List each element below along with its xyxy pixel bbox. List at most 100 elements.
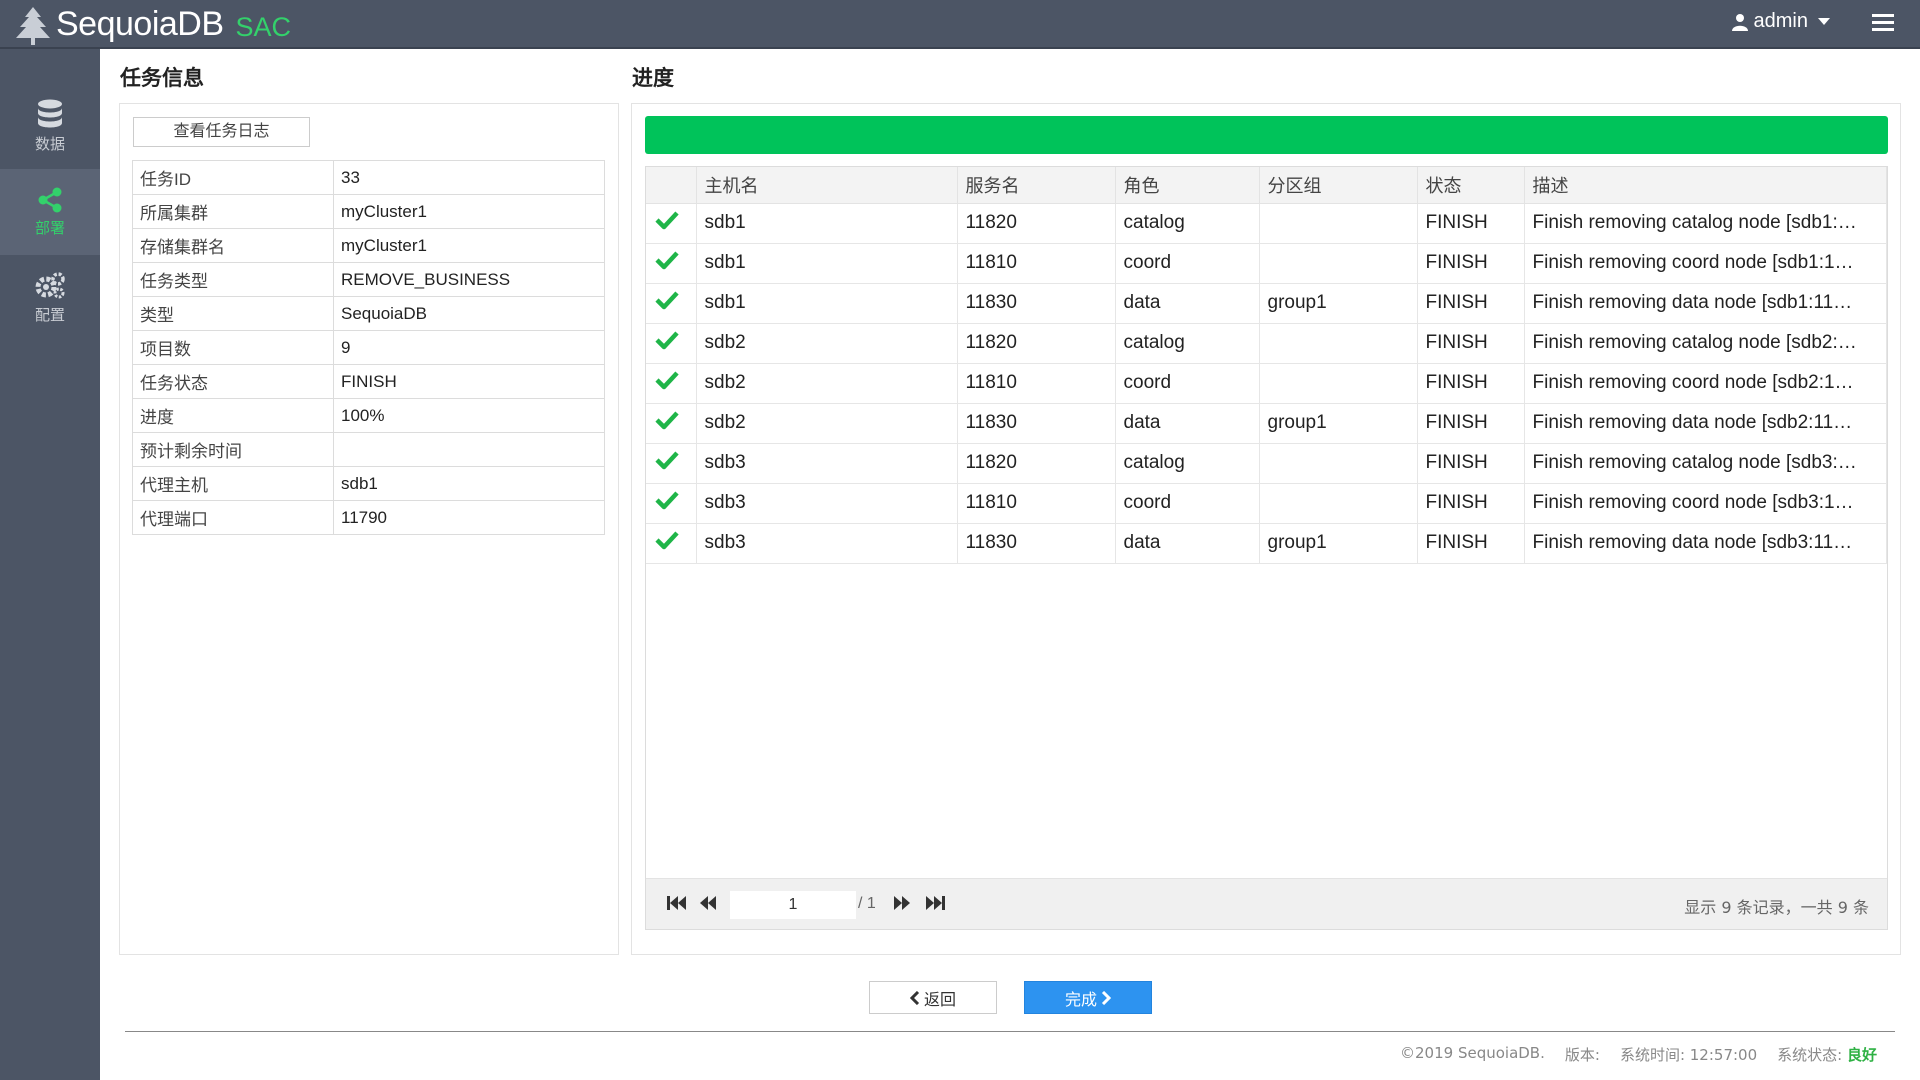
info-row: 预计剩余时间 xyxy=(132,432,605,467)
info-key: 类型 xyxy=(132,296,334,331)
info-key: 任务ID xyxy=(132,160,334,195)
column-header[interactable]: 服务名 xyxy=(957,167,1116,204)
table-row[interactable]: sdb1 11810 coord FINISH Finish removing coor… xyxy=(646,243,1887,284)
column-header[interactable]: 角色 xyxy=(1115,167,1260,204)
done-button[interactable]: 完成 xyxy=(1024,981,1152,1014)
info-value: 9 xyxy=(333,330,605,365)
table-row[interactable]: sdb3 11810 coord FINISH Finish removing coor… xyxy=(646,483,1887,524)
last-page-icon[interactable] xyxy=(924,895,946,911)
check-icon xyxy=(655,291,679,310)
sidebar-item-deploy[interactable]: 部署 xyxy=(0,169,100,255)
cell-svc: 11810 xyxy=(957,363,1116,404)
cell-desc: Finish removing coord node [sdb2:1… xyxy=(1524,363,1887,404)
table-row[interactable]: sdb2 11830 data group1 FINISH Finish removing… xyxy=(646,403,1887,444)
cell-group xyxy=(1259,363,1418,404)
sidebar-item-label: 部署 xyxy=(34,219,65,237)
info-value: FINISH xyxy=(333,364,605,399)
cell-role: coord xyxy=(1115,363,1260,404)
cell-role: data xyxy=(1115,523,1260,564)
chevron-right-icon xyxy=(1101,990,1111,1005)
cell-desc: Finish removing data node [sdb2:11… xyxy=(1524,403,1887,444)
column-header[interactable]: 状态 xyxy=(1417,167,1525,204)
cell-status: FINISH xyxy=(1417,283,1525,324)
table-row[interactable]: sdb3 11830 data group1 FINISH Finish removing… xyxy=(646,523,1887,564)
database-icon xyxy=(38,99,62,127)
next-page-icon[interactable] xyxy=(892,895,912,911)
cell-svc: 11810 xyxy=(957,243,1116,284)
cell-role: catalog xyxy=(1115,443,1260,484)
info-row: 代理主机 sdb1 xyxy=(132,466,605,501)
system-time: 系统时间: 12:57:00 xyxy=(1619,1046,1758,1064)
sidebar-item-config[interactable]: 配置 xyxy=(0,255,100,341)
brand-logo[interactable]: SequoiaDB SAC xyxy=(12,2,291,47)
status-cell xyxy=(646,283,697,324)
table-row[interactable]: sdb1 11830 data group1 FINISH Finish removing… xyxy=(646,283,1887,324)
table-row[interactable]: sdb3 11820 catalog FINISH Finish removing ca… xyxy=(646,443,1887,484)
info-value: myCluster1 xyxy=(333,228,605,263)
check-icon xyxy=(655,331,679,350)
share-icon xyxy=(38,187,62,212)
info-value: 11790 xyxy=(333,500,605,535)
table-row[interactable]: sdb1 11820 catalog FINISH Finish removing ca… xyxy=(646,203,1887,244)
info-value: SequoiaDB xyxy=(333,296,605,331)
status-cell xyxy=(646,443,697,484)
task-info-table: 任务ID 33 所属集群 myCluster1 存储集群名 myCluster1 任务类型 R… xyxy=(132,160,605,535)
menu-toggle-icon[interactable] xyxy=(1872,14,1894,34)
view-task-log-button[interactable]: 查看任务日志 xyxy=(133,117,310,147)
cell-status: FINISH xyxy=(1417,323,1525,364)
page-number-input[interactable] xyxy=(730,891,856,919)
cell-group xyxy=(1259,323,1418,364)
table-row[interactable]: sdb2 11820 catalog FINISH Finish removing ca… xyxy=(646,323,1887,364)
info-row: 项目数 9 xyxy=(132,330,605,365)
chevron-left-icon xyxy=(909,990,920,1005)
status-cell xyxy=(646,523,697,564)
cell-status: FINISH xyxy=(1417,363,1525,404)
user-menu[interactable]: admin xyxy=(1731,10,1830,33)
column-header[interactable]: 描述 xyxy=(1524,167,1887,204)
footer-divider xyxy=(125,1031,1895,1032)
user-name: admin xyxy=(1753,10,1808,32)
first-page-icon[interactable] xyxy=(666,895,688,911)
info-value: 33 xyxy=(333,160,605,195)
status-cell xyxy=(646,483,697,524)
check-icon xyxy=(655,211,679,230)
status-cell xyxy=(646,323,697,364)
cell-role: catalog xyxy=(1115,323,1260,364)
user-icon xyxy=(1731,13,1748,31)
cell-group xyxy=(1259,243,1418,284)
info-row: 类型 SequoiaDB xyxy=(132,296,605,331)
footer: ©2019 SequoiaDB. 版本: 系统时间: 12:57:00 系统状态… xyxy=(1400,1044,1877,1065)
page-total: / 1 xyxy=(858,895,876,912)
system-status-value: 良好 xyxy=(1846,1046,1877,1064)
cell-host: sdb3 xyxy=(696,523,958,564)
info-key: 代理主机 xyxy=(132,466,334,501)
done-button-label: 完成 xyxy=(1064,989,1097,1009)
cell-role: coord xyxy=(1115,483,1260,524)
cell-svc: 11820 xyxy=(957,203,1116,244)
caret-down-icon xyxy=(1818,18,1830,25)
cell-status: FINISH xyxy=(1417,523,1525,564)
cell-status: FINISH xyxy=(1417,443,1525,484)
cell-host: sdb2 xyxy=(696,403,958,444)
brand-name: SequoiaDB xyxy=(56,5,224,43)
info-value: REMOVE_BUSINESS xyxy=(333,262,605,297)
column-header[interactable]: 分区组 xyxy=(1259,167,1418,204)
column-header[interactable]: 主机名 xyxy=(696,167,958,204)
check-icon xyxy=(655,371,679,390)
info-row: 存储集群名 myCluster1 xyxy=(132,228,605,263)
gears-icon xyxy=(35,271,65,298)
cell-role: catalog xyxy=(1115,203,1260,244)
table-row[interactable]: sdb2 11810 coord FINISH Finish removing coor… xyxy=(646,363,1887,404)
column-header[interactable] xyxy=(646,167,697,204)
cell-desc: Finish removing coord node [sdb1:1… xyxy=(1524,243,1887,284)
info-row: 代理端口 11790 xyxy=(132,500,605,535)
sidebar-item-data[interactable]: 数据 xyxy=(0,83,100,169)
back-button[interactable]: 返回 xyxy=(869,981,997,1014)
status-cell xyxy=(646,403,697,444)
prev-page-icon[interactable] xyxy=(698,895,718,911)
copyright: ©2019 SequoiaDB. xyxy=(1400,1044,1545,1062)
info-value xyxy=(333,432,605,467)
version-label: 版本: xyxy=(1564,1046,1600,1064)
cell-role: data xyxy=(1115,283,1260,324)
cell-desc: Finish removing coord node [sdb3:1… xyxy=(1524,483,1887,524)
